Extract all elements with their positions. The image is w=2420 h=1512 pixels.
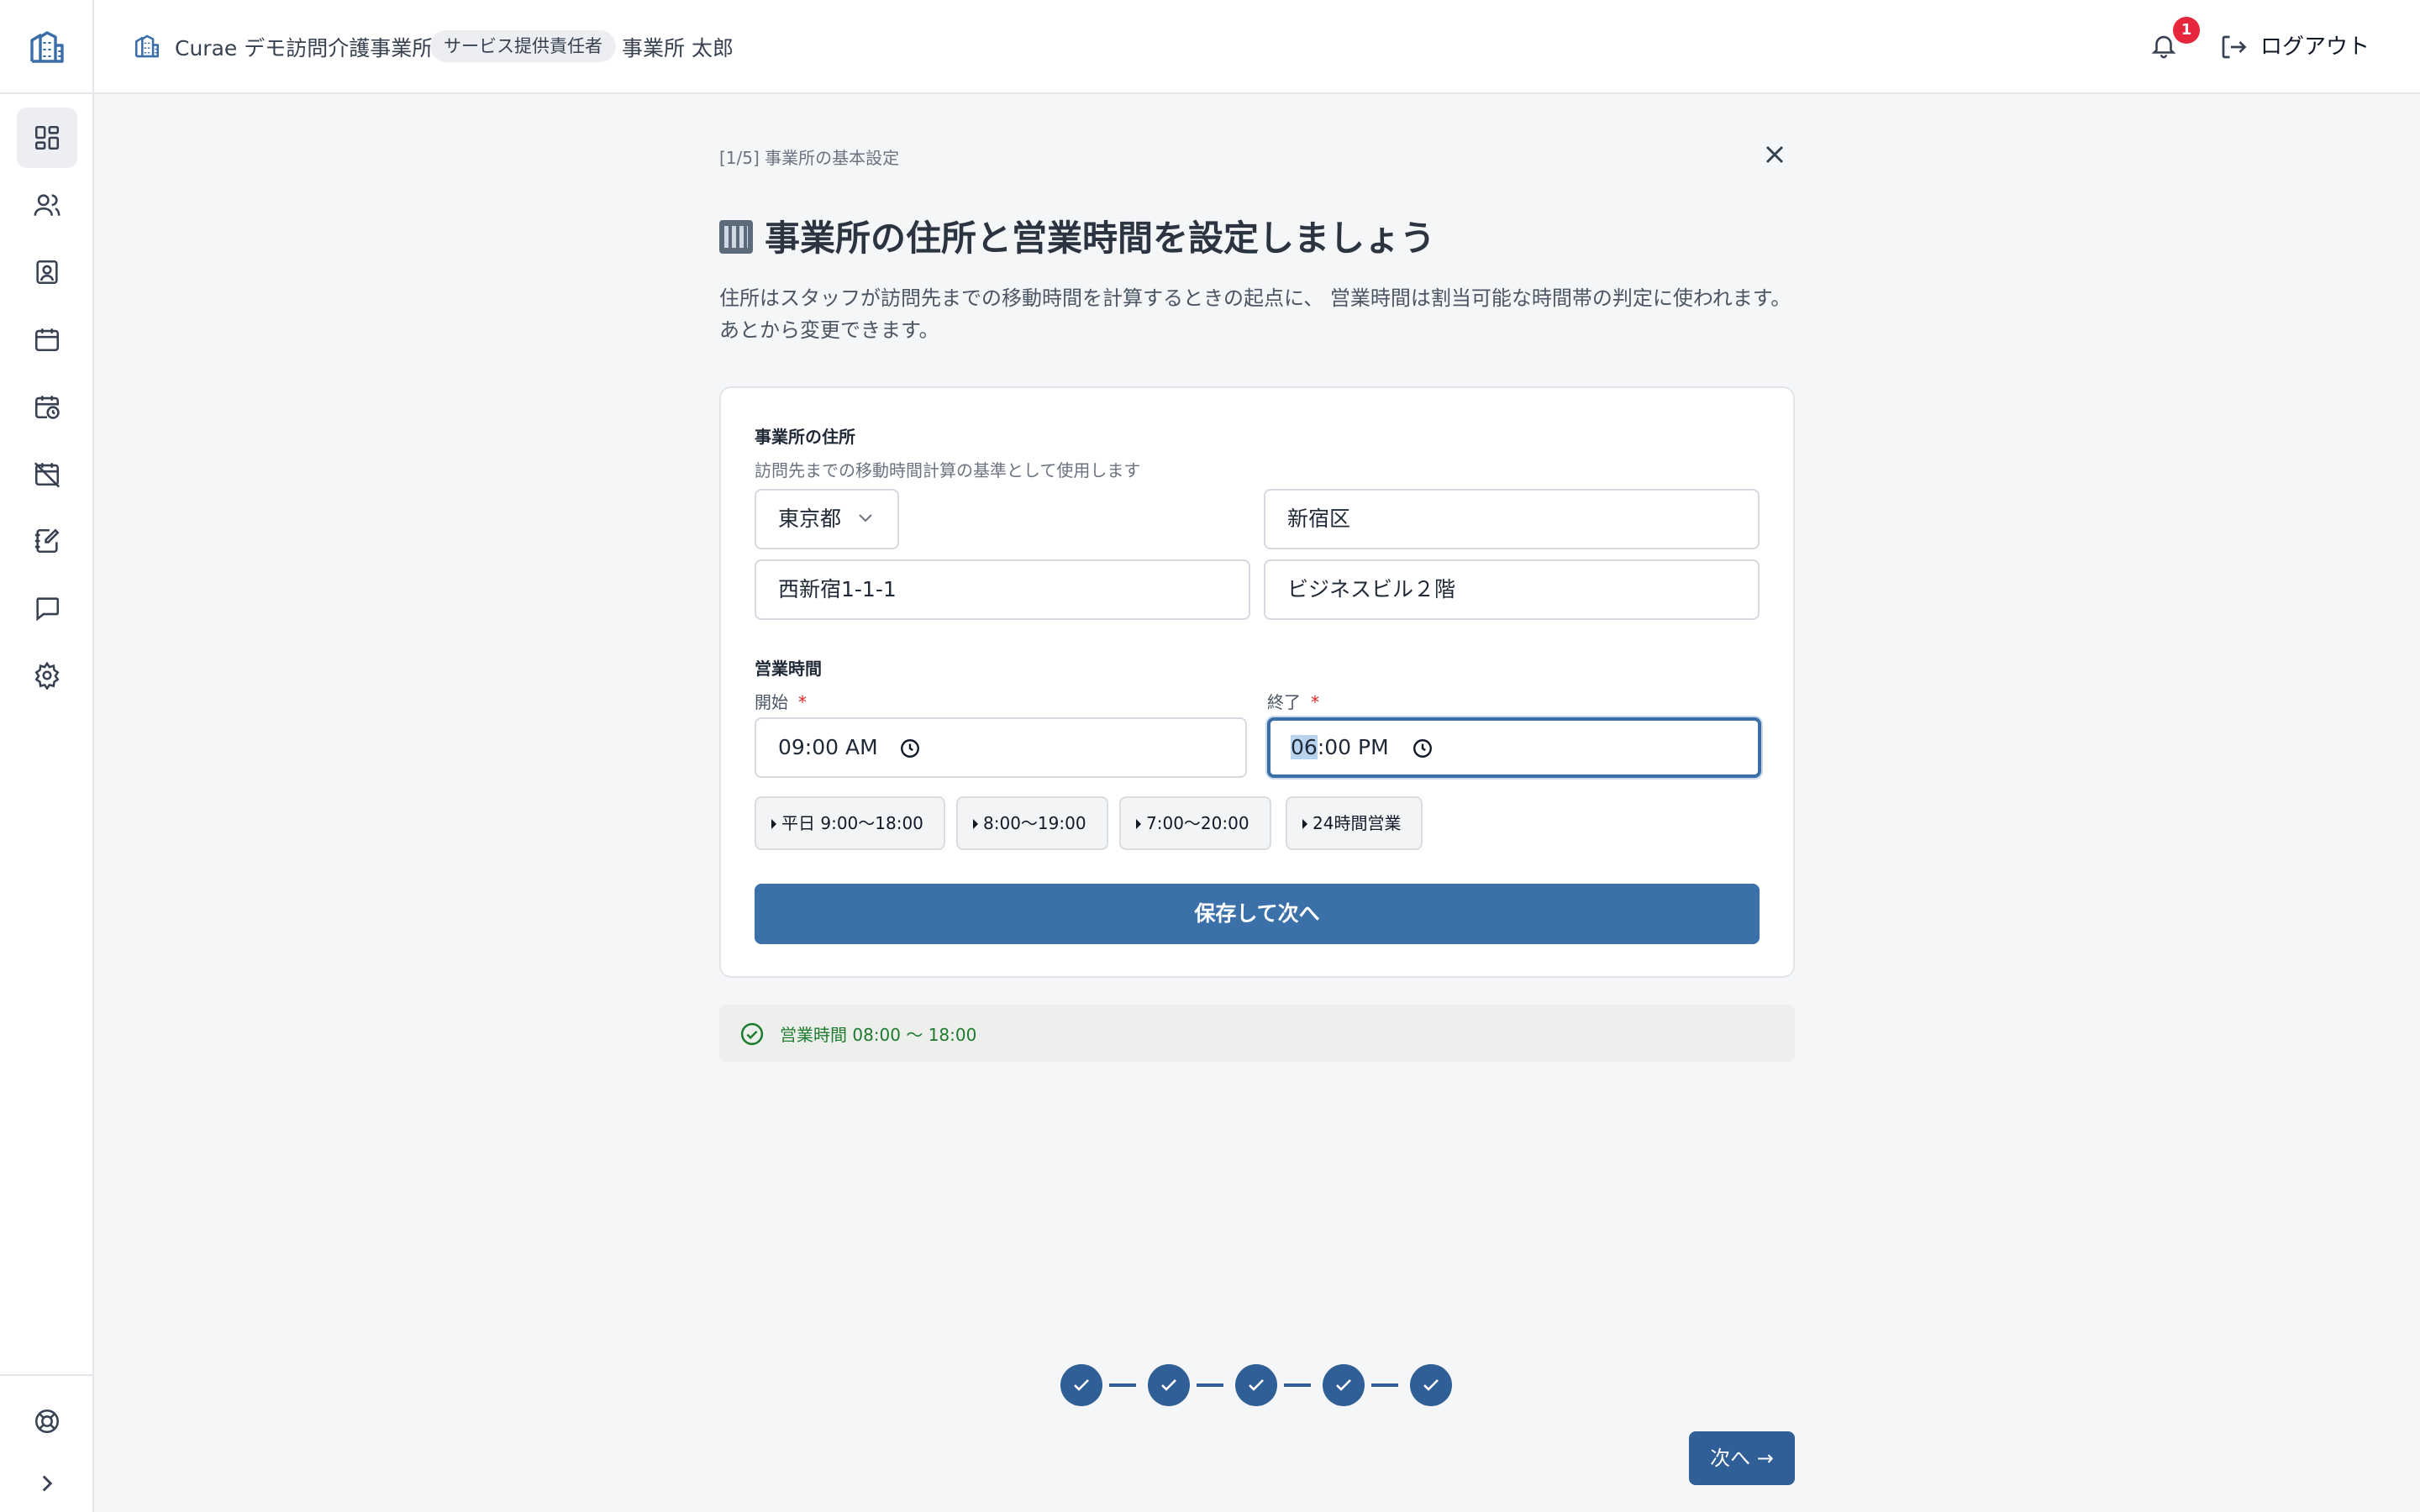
chevron-down-icon — [859, 514, 872, 522]
step-indicator[interactable] — [1060, 1364, 1102, 1406]
step-indicator[interactable] — [1410, 1364, 1452, 1406]
role-badge: サービス提供責任者 — [430, 30, 616, 62]
close-button[interactable] — [1760, 139, 1790, 170]
step-connector — [1109, 1383, 1136, 1387]
sidebar-item-messages[interactable] — [17, 578, 77, 638]
start-time-value: 09:00 AM — [778, 735, 878, 759]
required-mark: * — [1311, 692, 1319, 712]
end-time-label: 終了 * — [1267, 689, 1319, 713]
sidebar-divider — [0, 1374, 92, 1376]
page-description: 住所はスタッフが訪問先までの移動時間を計算するときの起点に、 営業時間は割当可能… — [719, 282, 1795, 346]
city-field[interactable]: 新宿区 — [1264, 489, 1760, 549]
logout-icon — [2222, 35, 2247, 59]
sidebar-item-schedule[interactable] — [17, 376, 77, 437]
preset-button[interactable]: 平日 9:00〜18:00 — [755, 796, 945, 850]
office-name: Curae デモ訪問介護事業所 — [175, 36, 434, 60]
address-section-title: 事業所の住所 — [755, 427, 855, 447]
sidebar — [0, 0, 94, 1512]
preset-button[interactable]: 8:00〜19:00 — [956, 796, 1108, 850]
step-indicator[interactable] — [1235, 1364, 1277, 1406]
logout-label: ログアウト — [2260, 34, 2370, 60]
start-label-text: 開始 — [755, 692, 788, 712]
end-time-rest: :00 PM — [1317, 735, 1389, 759]
expand-chevron-icon — [42, 1475, 53, 1492]
building-field[interactable]: ビジネスビル２階 — [1264, 559, 1760, 620]
end-time-hour-segment[interactable]: 06 — [1291, 735, 1318, 759]
description-line: 住所はスタッフが訪問先までの移動時間を計算するときの起点に、 営業時間は割当可能… — [719, 286, 1791, 310]
check-icon — [1423, 1379, 1439, 1391]
preset-button[interactable]: 7:00〜20:00 — [1119, 796, 1271, 850]
sidebar-item-calendar[interactable] — [17, 309, 77, 370]
address-help-text: 訪問先までの移動時間計算の基準として使用します — [755, 460, 1141, 480]
check-circle-icon — [740, 1022, 764, 1046]
step-connector — [1284, 1383, 1311, 1387]
settings-icon — [34, 661, 60, 690]
contact-card-icon — [36, 260, 58, 285]
sidebar-item-absence[interactable] — [17, 444, 77, 504]
sidebar-item-contacts[interactable] — [17, 242, 77, 302]
office-building-emoji-icon — [719, 220, 753, 254]
calendar-icon — [34, 328, 60, 352]
calendar-off-icon — [34, 462, 60, 488]
clock-icon[interactable] — [1412, 738, 1434, 759]
start-time-label: 開始 * — [755, 689, 807, 713]
building-value: ビジネスビル２階 — [1287, 577, 1456, 601]
hours-section-title: 営業時間 — [755, 659, 822, 679]
help-lifebuoy-icon — [34, 1409, 60, 1434]
page-title-text: 事業所の住所と営業時間を設定しましょう — [765, 218, 1436, 259]
sidebar-item-records[interactable] — [17, 511, 77, 571]
user-name: 事業所 太郎 — [622, 36, 734, 60]
clock-icon[interactable] — [899, 738, 921, 759]
preset-button[interactable]: 24時間営業 — [1286, 796, 1423, 850]
settings-card: 事業所の住所 訪問先までの移動時間計算の基準として使用します 東京都 新宿区 西… — [719, 386, 1795, 978]
save-and-next-button[interactable]: 保存して次へ — [755, 884, 1760, 944]
check-icon — [1336, 1379, 1351, 1391]
check-icon — [1161, 1379, 1176, 1391]
top-header: Curae デモ訪問介護事業所 サービス提供責任者 事業所 太郎 1 ログアウト — [94, 0, 2420, 94]
building-logo-icon[interactable] — [27, 30, 67, 64]
description-line: あとから変更できます。 — [719, 318, 939, 342]
step-connector — [1371, 1383, 1398, 1387]
next-button[interactable]: 次へ → — [1689, 1431, 1795, 1485]
close-icon — [1765, 145, 1784, 164]
dashboard-icon — [34, 125, 60, 150]
sidebar-item-help[interactable] — [17, 1391, 77, 1452]
prefecture-select[interactable]: 東京都 — [755, 489, 899, 549]
step-connector — [1197, 1383, 1223, 1387]
hours-status-text: 営業時間 08:00 〜 18:00 — [780, 1025, 977, 1045]
check-icon — [1249, 1379, 1264, 1391]
sidebar-expand-button[interactable] — [17, 1453, 77, 1512]
calendar-clock-icon — [34, 396, 60, 419]
street-value: 西新宿1-1-1 — [778, 577, 897, 601]
sidebar-item-settings[interactable] — [17, 645, 77, 706]
prefecture-value: 東京都 — [778, 507, 842, 531]
check-icon — [1074, 1379, 1089, 1391]
step-indicator[interactable] — [1148, 1364, 1190, 1406]
start-time-input[interactable]: 09:00 AM — [755, 717, 1247, 778]
end-label-text: 終了 — [1267, 692, 1301, 712]
page-title: 事業所の住所と営業時間を設定しましょう — [719, 210, 1435, 261]
end-time-input[interactable]: 06:00 PM — [1267, 717, 1761, 778]
users-icon — [34, 194, 60, 216]
required-mark: * — [798, 692, 807, 712]
sidebar-divider — [0, 92, 92, 94]
step-indicator[interactable] — [1323, 1364, 1365, 1406]
notification-count-badge: 1 — [2173, 17, 2200, 44]
hours-status-bar: 営業時間 08:00 〜 18:00 — [719, 1005, 1795, 1062]
city-value: 新宿区 — [1287, 507, 1351, 531]
sidebar-item-users[interactable] — [17, 175, 77, 235]
message-icon — [36, 597, 60, 622]
office-building-icon — [133, 32, 161, 60]
notebook-edit-icon — [34, 528, 60, 554]
street-field[interactable]: 西新宿1-1-1 — [755, 559, 1250, 620]
step-label: [1/5] 事業所の基本設定 — [719, 148, 900, 168]
logout-button[interactable]: ログアウト — [2218, 29, 2370, 66]
sidebar-item-dashboard[interactable] — [17, 108, 77, 168]
